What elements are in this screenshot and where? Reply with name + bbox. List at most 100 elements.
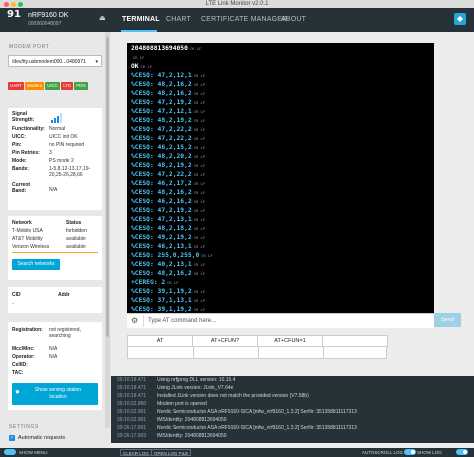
terminal-line-text: %CESQ: 39,1,19,2 — [131, 306, 192, 313]
terminal-line-text: %CESQ: 47,2,19,2 — [131, 207, 192, 214]
modem-port-select[interactable]: /dev/tty.usbmodem000...0480971 ▾ — [8, 55, 102, 67]
quick-command-cfun-query[interactable]: AT+CFUN? — [192, 335, 258, 347]
device-serial: 000960048097 — [28, 21, 62, 27]
log-line: 09:26:17.603 IMSIdentity: 204808813694050 — [117, 433, 227, 440]
tac-label: TAC: — [12, 370, 24, 376]
terminal-line-suffix: CR LF — [133, 55, 145, 60]
device-name[interactable]: nRF9160 DK — [28, 12, 68, 19]
window-title: LTE Link Monitor v2.0.1 — [205, 1, 269, 7]
terminal-line-text: %CESQ: 48,2,19,2 — [131, 162, 192, 169]
terminal-line: %CESQ: 49,2,19,2 CR LF — [131, 234, 205, 242]
pin-retries-value: 3 — [49, 150, 52, 156]
open-log-file-button[interactable]: OPEN LOG FILE — [151, 449, 192, 456]
quick-command-empty[interactable] — [322, 335, 388, 347]
gear-icon[interactable]: ⚙ — [131, 316, 138, 325]
footer-bar: SHOW MENU CLEAR LOG OPEN LOG FILE AUTOSC… — [0, 448, 474, 457]
terminal-line-suffix: CR LF — [193, 136, 206, 141]
terminal-line-suffix: CR LF — [193, 73, 206, 78]
automatic-requests-checkbox[interactable]: ✓ — [9, 435, 15, 441]
addr-column-header: Addr — [58, 292, 70, 298]
nordic-logo-icon: 91 — [7, 9, 21, 20]
tab-about[interactable]: ABOUT — [281, 8, 306, 32]
modem-port-value: /dev/tty.usbmodem000...0480971 — [12, 59, 86, 65]
terminal-line: %CESQ: 46,2,17,2 CR LF — [131, 180, 205, 188]
status-column-header: Status — [66, 220, 82, 226]
pin-value: no PIN required — [49, 142, 85, 148]
mode-label: Mode: — [12, 158, 27, 164]
send-button[interactable]: Send — [434, 313, 461, 327]
terminal-line-text: %CESQ: 47,2,13,1 — [131, 216, 192, 223]
terminal-line-suffix: CR LF — [167, 280, 179, 285]
terminal-line-text: %CESQ: 46,2,15,2 — [131, 144, 192, 151]
tab-certificate-manager[interactable]: CERTIFICATE MANAGER — [201, 8, 287, 32]
log-timestamp: 09:10:22.901 — [117, 409, 147, 415]
tab-terminal[interactable]: TERMINAL — [122, 8, 160, 32]
operator-label: Operator: — [12, 354, 35, 360]
show-menu-toggle[interactable] — [4, 449, 16, 455]
terminal-line: %CESQ: 48,2,16,2 CR LF — [131, 90, 205, 98]
tag-uart: UART — [8, 82, 25, 90]
log-message: Installed JLink version does not match t… — [157, 393, 309, 399]
terminal-line-suffix: CR LF — [193, 190, 206, 195]
at-command-input[interactable]: Type AT command here... — [143, 315, 418, 327]
network-status: available — [66, 244, 86, 250]
terminal-line-suffix: CR LF — [193, 226, 206, 231]
command-row: ⚙ Type AT command here... — [127, 313, 434, 328]
eject-icon[interactable]: ⏏ — [99, 14, 106, 22]
terminal-line-text: OK — [131, 63, 139, 70]
terminal-line: %CESQ: 47,2,12,1 CR LF — [131, 108, 205, 116]
quick-command-cfun-set[interactable]: AT+CFUN=1 — [257, 335, 323, 347]
uicc-value: UICC init OK — [49, 134, 78, 140]
terminal-line: %CESQ: 47,2,12,1 CR LF — [131, 72, 205, 80]
log-panel[interactable]: 09:10:19.471 Using nrfjprog DLL version: … — [111, 376, 474, 443]
pin-label: Pin: — [12, 142, 22, 148]
terminal-line-suffix: CR LF — [193, 91, 206, 96]
autoscroll-toggle[interactable] — [404, 449, 416, 455]
terminal-line: %CESQ: 47,2,19,2 CR LF — [131, 99, 205, 107]
terminal-line-text: %CESQ: 47,2,12,1 — [131, 72, 192, 79]
terminal-line: +CEREG: 2 CR LF — [131, 279, 179, 287]
terminal-output[interactable]: 204808813694050 CR LF CR LF OK CR LF %CESQ: 4… — [127, 43, 434, 313]
show-serving-station-label: Show serving station location — [34, 387, 82, 400]
search-networks-button[interactable]: Search networks — [12, 259, 60, 270]
terminal-line-text: %CESQ: 39,1,19,2 — [131, 288, 192, 295]
sidebar-scrollbar-thumb[interactable] — [106, 37, 109, 337]
networks-card: Network Status T-Mobile USA forbidden AT… — [8, 216, 102, 280]
mcc-mnc-value: N/A — [49, 346, 58, 352]
terminal-line: %CESQ: 48,2,16,2 CR LF — [131, 189, 205, 197]
terminal-line: %CESQ: 48,2,16,2 CR LF — [131, 270, 205, 278]
terminal-line-text: %CESQ: 46,2,16,2 — [131, 198, 192, 205]
log-message: Modem port is opened — [157, 401, 207, 407]
quick-command-row-2 — [127, 347, 387, 359]
terminal-line-text: %CESQ: 47,2,22,2 — [131, 135, 192, 142]
terminal-line-suffix: CR LF — [193, 181, 206, 186]
network-divider — [12, 252, 98, 253]
terminal-line: %CESQ: 48,2,20,2 CR LF — [131, 153, 205, 161]
log-timestamp: 09:10:22.901 — [117, 417, 147, 423]
signal-bars-icon — [51, 113, 63, 123]
terminal-line-text: %CESQ: 47,2,22,2 — [131, 171, 192, 178]
log-message: Using JLink version: JLink_V7.64e — [157, 385, 234, 391]
terminal-line-suffix: CR LF — [189, 46, 202, 51]
clear-log-button[interactable]: CLEAR LOG — [120, 449, 152, 456]
terminal-line-suffix: CR LF — [201, 253, 213, 258]
status-tags: UART Modem UICC LTE PDN — [8, 82, 89, 90]
mcc-mnc-label: Mcc/Mnc: — [12, 346, 35, 352]
app-brand-icon: ◆ — [454, 13, 466, 25]
terminal-line: %CESQ: 47,2,22,2 CR LF — [131, 135, 205, 143]
show-log-toggle[interactable] — [456, 449, 468, 455]
network-name: T-Mobile USA — [12, 228, 43, 234]
quick-command-at[interactable]: AT — [127, 335, 193, 347]
terminal-line-text: %CESQ: 48,2,19,2 — [131, 117, 192, 124]
terminal-line: %CESQ: 39,1,19,2 CR LF — [131, 306, 205, 313]
terminal-line-text: %CESQ: 48,2,16,2 — [131, 189, 192, 196]
terminal-line-text: %CESQ: 46,2,17,2 — [131, 180, 192, 187]
terminal-line-text: %CESQ: 48,2,18,2 — [131, 225, 192, 232]
terminal-line-suffix: CR LF — [193, 289, 206, 294]
show-serving-station-button[interactable]: ● Show serving station location — [12, 383, 98, 405]
tab-chart[interactable]: CHART — [166, 8, 191, 32]
tag-lte: LTE — [61, 82, 74, 90]
log-line: 09:26:17.601 Nordic Semiconductor ASA nRF… — [117, 425, 357, 432]
terminal-line-suffix: CR LF — [193, 298, 206, 303]
terminal-line-text: %CESQ: 37,1,13,1 — [131, 297, 192, 304]
